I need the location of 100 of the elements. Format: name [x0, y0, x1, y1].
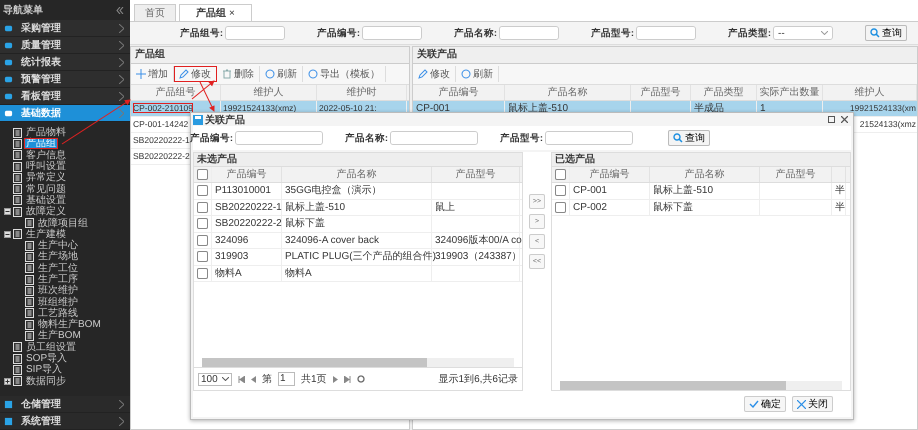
menu-item[interactable]: 采购管理: [0, 20, 130, 37]
collapse-toggle-icon[interactable]: [4, 208, 11, 216]
page-size-select[interactable]: 100: [198, 372, 232, 386]
toolbar-button[interactable]: 导出（模板）: [303, 66, 386, 82]
menu-item[interactable]: 预警管理: [0, 71, 130, 88]
column-header: 产品类型: [691, 85, 757, 100]
toolbar-button[interactable]: 刷新: [260, 66, 303, 82]
page-input[interactable]: 1: [278, 372, 295, 386]
checkbox[interactable]: [555, 169, 566, 180]
tab[interactable]: 产品组 ×: [179, 4, 252, 21]
document-icon: [13, 364, 22, 375]
menu-item[interactable]: 看板管理: [0, 88, 130, 105]
previous-page-icon[interactable]: [251, 376, 256, 382]
collapse-toggle-icon[interactable]: [4, 230, 11, 238]
checkbox[interactable]: [197, 234, 208, 246]
close-button[interactable]: 关闭: [792, 396, 833, 412]
filter-input[interactable]: [225, 26, 285, 40]
document-icon: [25, 286, 34, 296]
checkbox[interactable]: [197, 185, 208, 196]
table-cell: SB20220222-2: [133, 151, 190, 161]
column-header: 产品名称: [650, 167, 760, 182]
search-button[interactable]: 查询: [668, 130, 710, 146]
refresh-icon[interactable]: [356, 375, 365, 383]
maximize-icon[interactable]: [828, 116, 835, 123]
tree-item[interactable]: 常见问题: [24, 184, 68, 195]
menu-item[interactable]: 质量管理: [0, 37, 130, 54]
document-icon: [13, 172, 22, 183]
table-cell: 35GG电控盒（演示）: [285, 185, 382, 196]
toolbar-button[interactable]: 修改: [174, 66, 217, 82]
checkbox[interactable]: [197, 268, 208, 279]
filter-input[interactable]: [545, 131, 633, 145]
toolbar-button[interactable]: 增加: [131, 66, 174, 82]
tree-item[interactable]: 客户信息: [24, 150, 68, 161]
tree-item[interactable]: 员工组设置: [24, 342, 78, 353]
checkbox[interactable]: [197, 251, 208, 262]
scrollbar[interactable]: [560, 381, 842, 390]
tree-item[interactable]: 生产BOM: [36, 330, 83, 342]
filter-input[interactable]: [235, 131, 323, 145]
close-icon[interactable]: [841, 116, 848, 123]
document-icon: [13, 128, 22, 138]
table-cell: CP-002-210109: [133, 103, 194, 113]
collapse-icon[interactable]: [116, 6, 124, 14]
tree-item[interactable]: 数据同步: [24, 376, 68, 387]
document-icon: [13, 354, 22, 364]
table-cell: 半成品: [694, 103, 724, 114]
filter-input[interactable]: [362, 26, 422, 40]
filter-input[interactable]: [636, 26, 696, 40]
checkbox[interactable]: [555, 185, 566, 196]
tree-item[interactable]: 产品物料: [24, 127, 68, 138]
table-cell: SB20220222-1: [215, 202, 282, 212]
toolbar-button[interactable]: 修改: [413, 66, 456, 82]
tree-item[interactable]: 班次维护: [36, 285, 80, 296]
tab[interactable]: 首页: [134, 4, 176, 21]
tree-item[interactable]: 物料生产BOM: [36, 319, 103, 330]
tree-item[interactable]: 故障定义: [24, 206, 68, 218]
tree-item[interactable]: 生产工序: [36, 274, 80, 285]
table-cell: 半: [835, 202, 845, 212]
tree-item[interactable]: 基础设置: [24, 194, 68, 206]
table-cell: SB20220222-2: [215, 218, 282, 229]
menu-item[interactable]: 系统管理: [0, 413, 130, 430]
tree-item[interactable]: 故障项目组: [36, 218, 90, 229]
first-page-icon[interactable]: [238, 376, 245, 382]
scrollbar[interactable]: [202, 358, 514, 367]
checkbox[interactable]: [197, 202, 208, 213]
tree-item[interactable]: SOP导入: [24, 353, 70, 364]
tree-item[interactable]: 生产中心: [36, 240, 80, 252]
next-page-icon[interactable]: [332, 376, 338, 382]
search-button[interactable]: 查询: [865, 25, 907, 41]
column-header: 产品编号: [212, 167, 282, 182]
toolbar-button[interactable]: 刷新: [456, 66, 499, 82]
tree-item[interactable]: 工艺路线: [36, 308, 80, 319]
checkbox[interactable]: [197, 169, 208, 180]
expand-toggle-icon[interactable]: [4, 378, 11, 385]
page-total: 共1页: [301, 372, 327, 386]
filter-label: 产品编号:: [190, 132, 233, 144]
tree-item[interactable]: 生产工位: [36, 262, 80, 274]
tree-item[interactable]: 生产场地: [36, 251, 80, 262]
last-page-icon[interactable]: [344, 376, 351, 382]
toolbar-button[interactable]: 删除: [217, 66, 260, 82]
caret-icon: [821, 31, 828, 35]
tree-item[interactable]: 呼叫设置: [24, 161, 68, 172]
tree-item[interactable]: 异常定义: [24, 172, 68, 184]
filter-label: 产品编号:: [316, 26, 360, 40]
checkbox[interactable]: [197, 218, 208, 230]
tree-item[interactable]: 生产建模: [24, 228, 68, 240]
table-cell: 鼠标下盖: [653, 202, 693, 212]
menu-item[interactable]: 统计报表: [0, 54, 130, 71]
tree-item[interactable]: 班组维护: [36, 296, 80, 308]
panel-title: 已选产品: [552, 153, 850, 167]
checkbox[interactable]: [555, 202, 566, 213]
confirm-button[interactable]: 确定: [744, 396, 786, 412]
filter-input[interactable]: [499, 26, 559, 40]
document-icon: [13, 342, 22, 352]
filter-input[interactable]: [390, 131, 478, 145]
page-label: 第: [262, 373, 272, 386]
filter-select[interactable]: --: [773, 26, 833, 40]
tree-item[interactable]: SIP导入: [24, 364, 64, 376]
menu-item[interactable]: 仓储管理: [0, 396, 130, 413]
tab-close-button[interactable]: ×: [229, 8, 235, 18]
search-icon: [673, 133, 683, 143]
